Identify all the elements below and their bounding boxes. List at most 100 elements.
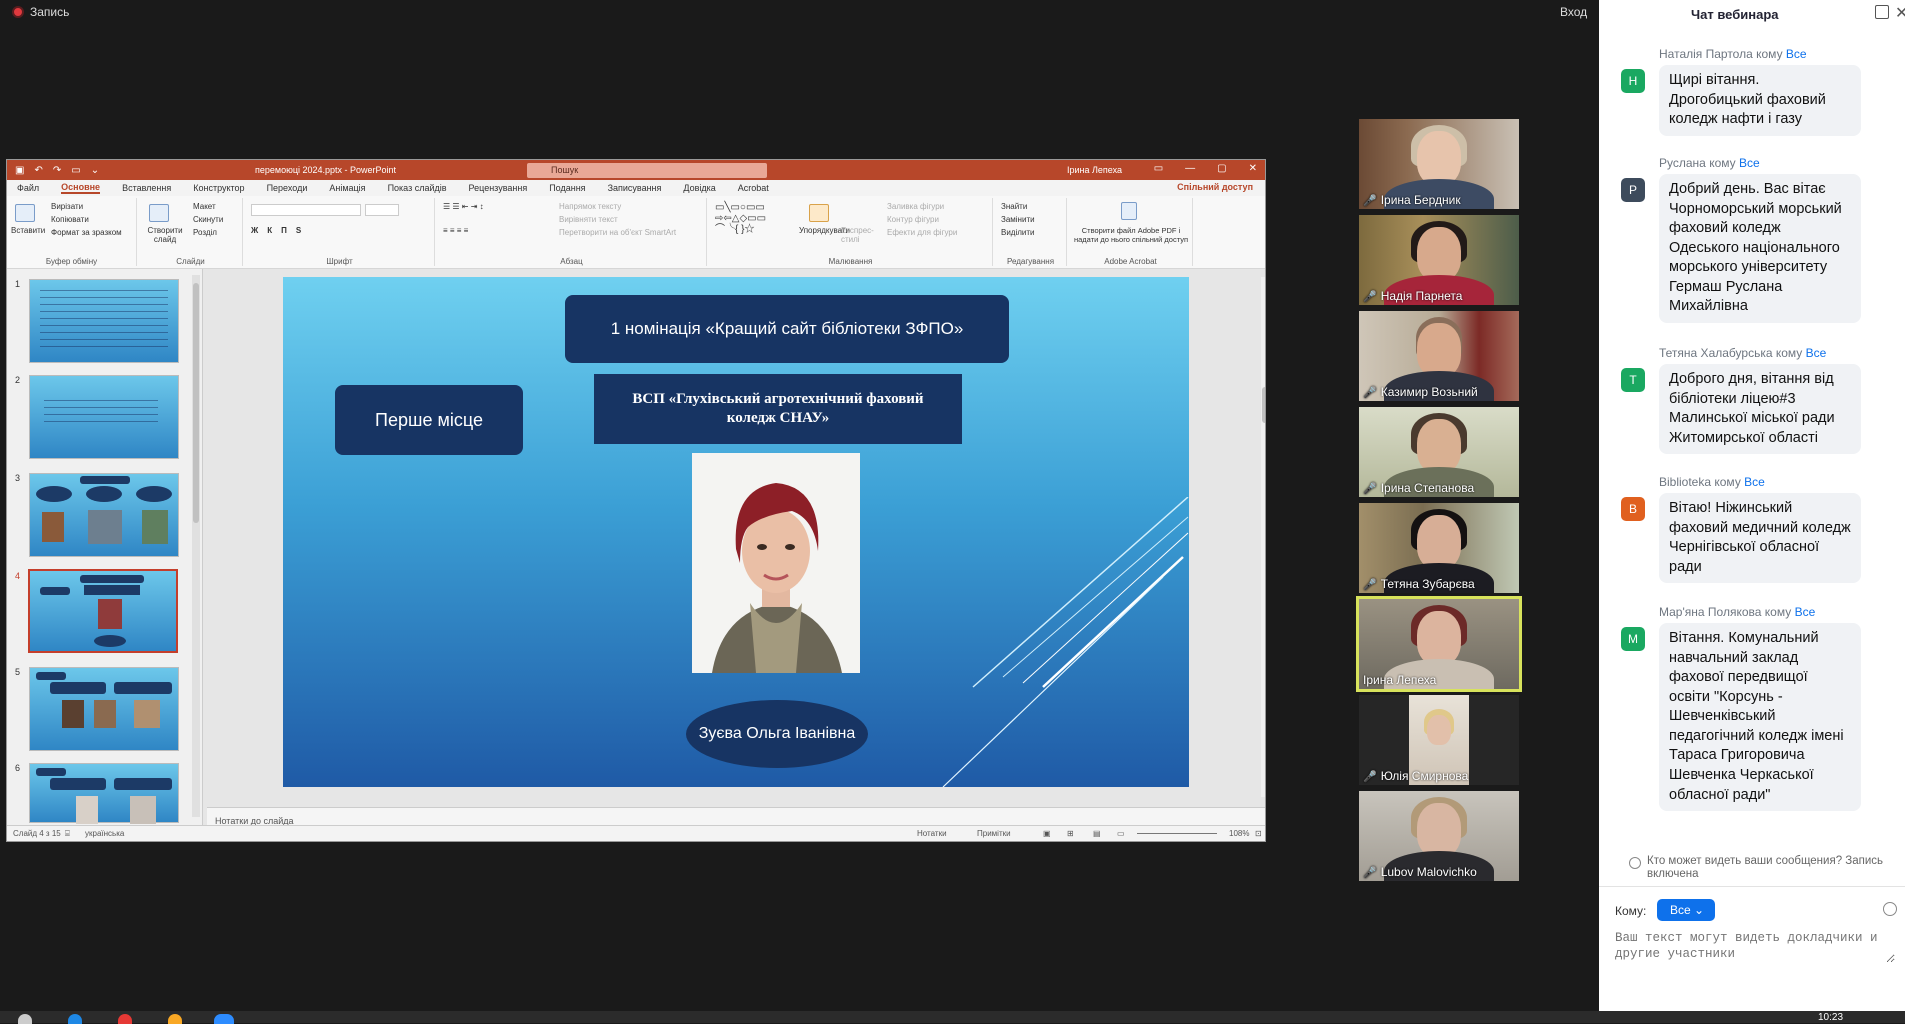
- sorter-view-icon[interactable]: ⊞: [1067, 829, 1074, 838]
- emoji-icon[interactable]: [1883, 902, 1897, 916]
- tab-home[interactable]: Основне: [61, 182, 100, 194]
- tab-transitions[interactable]: Переходи: [267, 183, 308, 193]
- participant-tile[interactable]: 🎤Юлія Смирнова: [1359, 695, 1519, 785]
- shape-effects-button[interactable]: Ефекти для фігури: [887, 228, 957, 237]
- maximize-icon[interactable]: ▢: [1217, 163, 1226, 174]
- recipient-select[interactable]: Все ⌄: [1657, 899, 1715, 921]
- quick-styles-button[interactable]: Експрес-стилі: [841, 226, 871, 244]
- chat-message-input[interactable]: [1615, 930, 1895, 963]
- copy-button[interactable]: Копіювати: [51, 215, 89, 224]
- slide-thumbnail-3[interactable]: [29, 473, 179, 557]
- section-button[interactable]: Розділ: [193, 228, 217, 237]
- participant-tile[interactable]: 🎤Надія Парнета: [1359, 215, 1519, 305]
- reading-view-icon[interactable]: ▤: [1093, 829, 1101, 838]
- tab-view[interactable]: Подання: [549, 183, 585, 193]
- message-text: Щирі вітання. Дрогобицький фаховий колед…: [1659, 65, 1861, 136]
- tab-animation[interactable]: Анімація: [329, 183, 365, 193]
- bullets-button[interactable]: ☰ ☰ ⇤ ⇥ ↕: [443, 202, 484, 211]
- save-icon[interactable]: ▣: [15, 165, 24, 176]
- slide-scrollbar[interactable]: [1261, 277, 1266, 797]
- tab-insert[interactable]: Вставлення: [122, 183, 171, 193]
- tab-recording[interactable]: Записування: [608, 183, 662, 193]
- recipient[interactable]: Все: [1806, 346, 1827, 360]
- window-close-icon[interactable]: ✕: [1249, 163, 1257, 174]
- layout-button[interactable]: Макет: [193, 202, 216, 211]
- participant-tile[interactable]: 🎤Lubov Malovichko: [1359, 791, 1519, 881]
- who-can-see-note[interactable]: Кто может видеть ваши сообщения? Запись …: [1629, 855, 1899, 880]
- align-buttons[interactable]: ≡ ≡ ≡ ≡: [443, 226, 468, 235]
- editing-group: Знайти Замінити Виділити Редагування: [995, 198, 1067, 266]
- mic-muted-icon: 🎤: [1363, 290, 1377, 303]
- ppt-search-box[interactable]: Пошук: [527, 163, 767, 178]
- slide-thumbnail-1[interactable]: [29, 279, 179, 363]
- participant-tile-active-speaker[interactable]: Ірина Лепеха: [1356, 596, 1522, 692]
- thumbnails-scrollbar[interactable]: [192, 275, 200, 817]
- tab-slideshow[interactable]: Показ слайдів: [388, 183, 447, 193]
- normal-view-icon[interactable]: ▣: [1043, 829, 1051, 838]
- share-button[interactable]: Спільний доступ: [1177, 182, 1253, 192]
- font-size-select[interactable]: [365, 204, 399, 216]
- new-slide-button[interactable]: Створити слайд: [143, 226, 187, 244]
- participant-tile[interactable]: 🎤Ірина Степанова: [1359, 407, 1519, 497]
- recipient[interactable]: Все: [1786, 47, 1807, 61]
- participant-tile[interactable]: 🎤Ірина Бердник: [1359, 119, 1519, 209]
- font-style-buttons[interactable]: ЖКПS: [251, 226, 310, 235]
- slide-place-box: Перше місце: [335, 385, 523, 455]
- minimize-icon[interactable]: —: [1185, 163, 1195, 174]
- present-icon[interactable]: ▭: [71, 165, 80, 176]
- create-pdf-button[interactable]: Створити файл Adobe PDF і надати до ньог…: [1071, 226, 1191, 244]
- cut-button[interactable]: Вирізати: [51, 202, 83, 211]
- text-direction-button[interactable]: Напрямок тексту: [559, 202, 621, 211]
- fit-slide-icon[interactable]: ⊡: [1255, 829, 1262, 838]
- recipient[interactable]: Все: [1739, 156, 1760, 170]
- comments-toggle[interactable]: Примітки: [977, 829, 1011, 838]
- tab-design[interactable]: Конструктор: [193, 183, 244, 193]
- thumb-number: 6: [15, 763, 20, 773]
- participant-tile[interactable]: 🎤Тетяна Зубарєва: [1359, 503, 1519, 593]
- slide-thumbnail-2[interactable]: [29, 375, 179, 459]
- chat-header: Чат вебинара ✕: [1599, 0, 1905, 30]
- customize-icon[interactable]: ⌄: [91, 165, 99, 176]
- slide-thumbnail-5[interactable]: [29, 667, 179, 751]
- tab-file[interactable]: Файл: [17, 183, 39, 193]
- tab-acrobat[interactable]: Acrobat: [738, 183, 769, 193]
- shapes-gallery[interactable]: ▭╲▭○▭▭⇨⇦△◇▭▭⌒╰{ }☆: [715, 202, 766, 235]
- slide-canvas[interactable]: 1 номінація «Кращий сайт бібліотеки ЗФПО…: [283, 277, 1189, 787]
- paste-button[interactable]: Вставити: [11, 226, 45, 235]
- find-button[interactable]: Знайти: [1001, 202, 1027, 211]
- zoom-level[interactable]: 108%: [1229, 829, 1249, 838]
- accessibility-icon[interactable]: ⌸: [65, 829, 70, 839]
- to-word: кому: [1714, 475, 1740, 489]
- ribbon-display-icon[interactable]: ▭: [1154, 163, 1163, 174]
- recipient[interactable]: Все: [1744, 475, 1765, 489]
- undo-icon[interactable]: ↶: [34, 165, 42, 176]
- font-family-select[interactable]: [251, 204, 361, 216]
- shape-outline-button[interactable]: Контур фігури: [887, 215, 939, 224]
- shape-fill-button[interactable]: Заливка фігури: [887, 202, 944, 211]
- zoom-slider[interactable]: [1137, 833, 1217, 834]
- recording-indicator[interactable]: Запись: [12, 5, 69, 19]
- slide-thumbnail-6[interactable]: [29, 763, 179, 823]
- message-text: Доброго дня, вітання від бібліотеки ліце…: [1659, 364, 1861, 454]
- tab-review[interactable]: Рецензування: [469, 183, 528, 193]
- reset-button[interactable]: Скинути: [193, 215, 223, 224]
- notes-toggle[interactable]: Нотатки: [917, 829, 947, 838]
- login-button[interactable]: Вход: [1560, 5, 1587, 19]
- close-icon[interactable]: ✕: [1895, 3, 1905, 23]
- slideshow-view-icon[interactable]: ▭: [1117, 829, 1125, 838]
- ppt-user-name[interactable]: Ірина Лепеха: [1067, 165, 1122, 175]
- recipient[interactable]: Все: [1795, 605, 1816, 619]
- slide-thumbnail-4[interactable]: [28, 569, 178, 653]
- redo-icon[interactable]: ↷: [53, 165, 61, 176]
- align-text-button[interactable]: Вирівняти текст: [559, 215, 618, 224]
- tab-help[interactable]: Довідка: [683, 183, 715, 193]
- popout-icon[interactable]: [1875, 5, 1889, 19]
- convert-smartart-button[interactable]: Перетворити на об'єкт SmartArt: [559, 228, 676, 237]
- replace-button[interactable]: Замінити: [1001, 215, 1035, 224]
- participant-tile[interactable]: 🎤Казимир Возьний: [1359, 311, 1519, 401]
- select-button[interactable]: Виділити: [1001, 228, 1035, 237]
- language-status[interactable]: українська: [85, 829, 124, 838]
- ppt-document-title: перемоюці 2024.pptx - PowerPoint: [255, 165, 396, 175]
- message-sender-line: Biblioteka кому Все: [1659, 475, 1765, 489]
- format-painter-button[interactable]: Формат за зразком: [51, 228, 122, 237]
